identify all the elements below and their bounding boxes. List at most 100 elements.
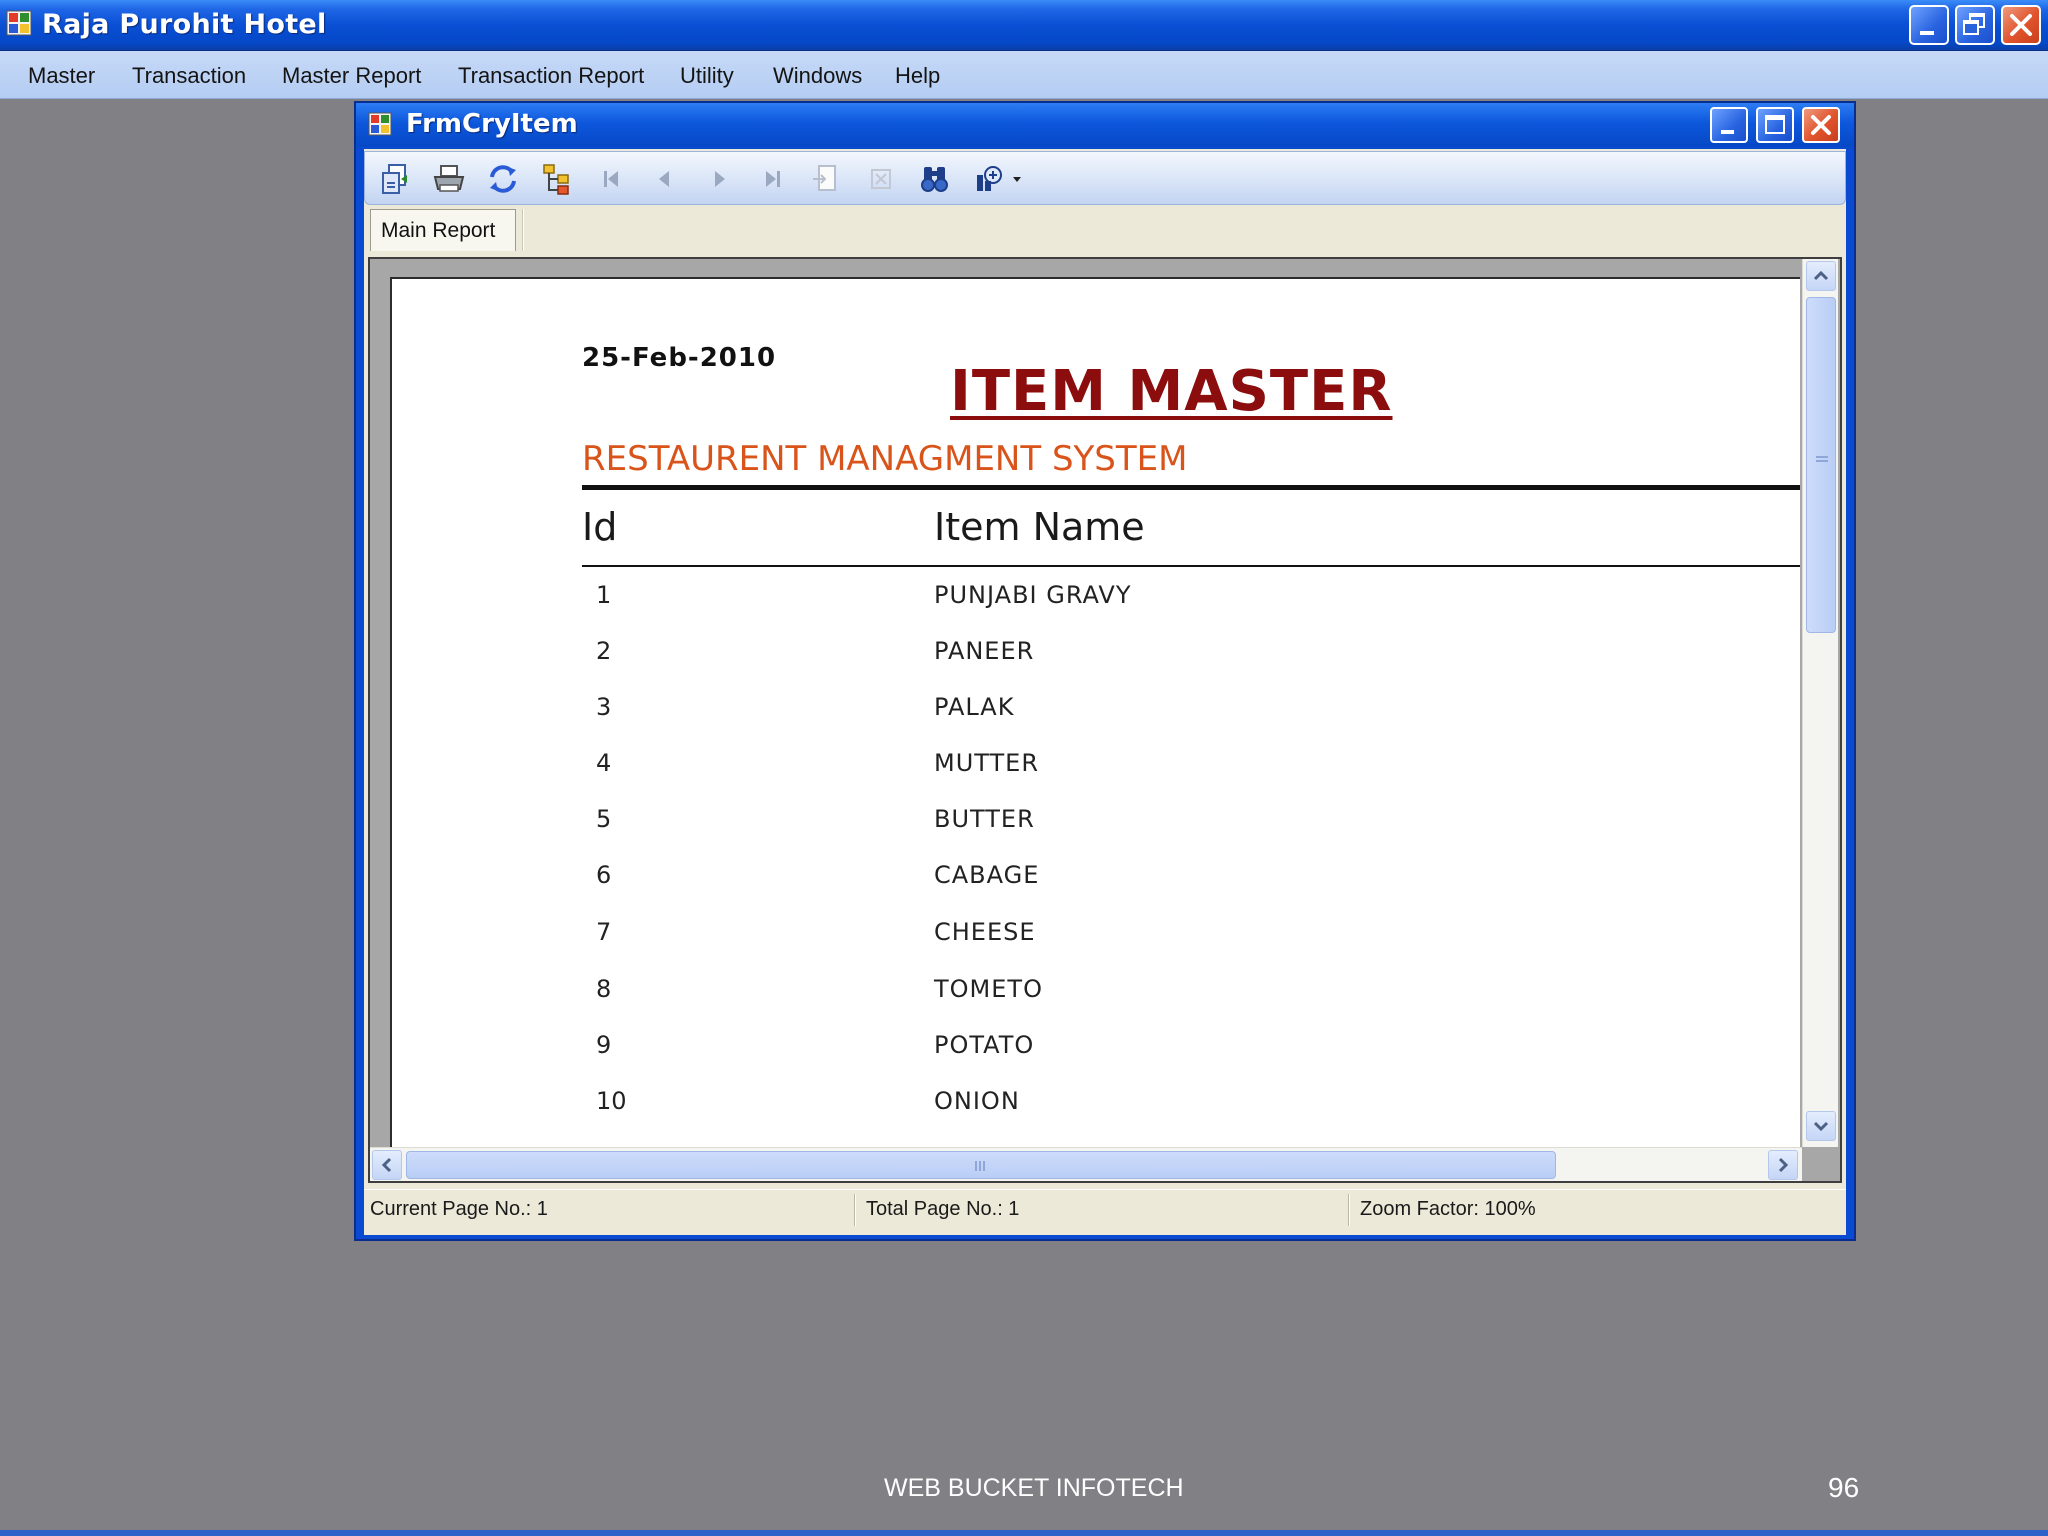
row-item-name: BUTTER — [934, 805, 1035, 833]
row-id: 5 — [596, 805, 612, 833]
horizontal-scroll-thumb[interactable] — [406, 1151, 1556, 1179]
next-page-button[interactable] — [701, 161, 737, 197]
chevron-left-icon — [381, 1157, 392, 1173]
footer-company: WEB BUCKET INFOTECH — [884, 1474, 1184, 1502]
row-item-name: TOMETO — [934, 975, 1043, 1003]
group-tree-button[interactable] — [539, 161, 575, 197]
report-page: 25-Feb-2010 ITEM MASTER RESTAURENT MANAG… — [390, 277, 1800, 1147]
row-id: 1 — [596, 581, 612, 609]
tab-main-report-label: Main Report — [381, 219, 496, 242]
menu-transaction-report[interactable]: Transaction Report — [458, 63, 644, 89]
previous-page-icon — [659, 171, 669, 187]
minimize-icon — [1721, 130, 1734, 134]
stop-button[interactable] — [863, 161, 899, 197]
search-icon — [921, 167, 948, 192]
minimize-icon — [1920, 31, 1934, 35]
print-button[interactable] — [431, 161, 467, 197]
report-viewer-client: Main Report 25-Feb-2010 ITEM MASTER REST… — [364, 149, 1846, 1235]
bottom-border-strip — [0, 1530, 2048, 1536]
report-header-rule — [582, 485, 1800, 490]
menu-help[interactable]: Help — [895, 63, 940, 89]
row-id: 2 — [596, 637, 612, 665]
row-item-name: ONION — [934, 1087, 1020, 1115]
child-minimize-button[interactable] — [1710, 107, 1748, 143]
child-close-button[interactable] — [1802, 107, 1840, 143]
row-item-name: PANEER — [934, 637, 1035, 665]
row-item-name: CHEESE — [934, 918, 1036, 946]
vertical-scrollbar[interactable] — [1802, 259, 1838, 1147]
chevron-down-icon — [1813, 1121, 1829, 1132]
row-item-name: MUTTER — [934, 749, 1040, 777]
report-title: ITEM MASTER — [950, 359, 1393, 424]
row-id: 8 — [596, 975, 612, 1003]
export-icon — [382, 164, 407, 194]
tab-separator — [522, 209, 524, 251]
child-maximize-button[interactable] — [1756, 107, 1794, 143]
chevron-right-icon — [1778, 1157, 1789, 1173]
menu-master-report[interactable]: Master Report — [282, 63, 421, 89]
restore-button[interactable] — [1955, 5, 1995, 45]
close-button[interactable] — [2001, 5, 2041, 45]
status-current-page: Current Page No.: 1 — [370, 1198, 548, 1220]
vertical-scroll-thumb[interactable] — [1806, 297, 1836, 633]
report-viewer: 25-Feb-2010 ITEM MASTER RESTAURENT MANAG… — [368, 257, 1842, 1183]
report-window: FrmCryItem Main Report 25-Feb-2010 ITEM … — [354, 101, 1856, 1241]
status-separator — [854, 1194, 856, 1226]
row-item-name: CABAGE — [934, 861, 1040, 889]
search-button[interactable] — [917, 161, 953, 197]
app-icon — [6, 10, 32, 36]
tab-main-report[interactable]: Main Report — [370, 209, 516, 251]
report-subtitle: RESTAURENT MANAGMENT SYSTEM — [582, 439, 1188, 479]
scroll-right-button[interactable] — [1768, 1150, 1798, 1180]
row-id: 6 — [596, 861, 612, 889]
app-title-bar: Raja Purohit Hotel — [0, 0, 2048, 51]
row-item-name: POTATO — [934, 1031, 1035, 1059]
previous-page-button[interactable] — [647, 161, 683, 197]
row-id: 7 — [596, 918, 612, 946]
refresh-icon — [490, 165, 516, 193]
app-title: Raja Purohit Hotel — [42, 9, 327, 40]
scroll-up-button[interactable] — [1806, 261, 1836, 291]
form-icon — [368, 112, 392, 136]
next-page-icon — [715, 171, 725, 187]
goto-page-button[interactable] — [809, 161, 845, 197]
goto-page-icon — [813, 165, 836, 191]
scroll-grip — [975, 1161, 985, 1171]
menu-bar: Master Transaction Master Report Transac… — [0, 51, 2048, 99]
status-zoom-factor: Zoom Factor: 100% — [1360, 1198, 1536, 1220]
menu-transaction[interactable]: Transaction — [132, 63, 246, 89]
scroll-left-button[interactable] — [372, 1150, 402, 1180]
column-header-item-name: Item Name — [934, 505, 1145, 549]
row-item-name: PALAK — [934, 693, 1015, 721]
menu-windows[interactable]: Windows — [773, 63, 862, 89]
report-window-title: FrmCryItem — [406, 109, 578, 139]
stop-icon — [871, 169, 891, 189]
zoom-icon — [977, 166, 1021, 191]
report-column-rule — [582, 565, 1800, 567]
column-header-id: Id — [582, 505, 618, 549]
menu-utility[interactable]: Utility — [680, 63, 734, 89]
status-total-pages: Total Page No.: 1 — [866, 1198, 1020, 1220]
close-icon — [2010, 14, 2032, 36]
status-separator — [1348, 1194, 1350, 1226]
minimize-button[interactable] — [1909, 5, 1949, 45]
export-button[interactable] — [377, 161, 413, 197]
first-page-icon — [604, 171, 618, 187]
report-toolbar — [364, 151, 1846, 205]
last-page-icon — [766, 171, 780, 187]
first-page-button[interactable] — [593, 161, 629, 197]
row-id: 4 — [596, 749, 612, 777]
chevron-up-icon — [1813, 270, 1829, 281]
scroll-down-button[interactable] — [1806, 1111, 1836, 1141]
footer-slide-number: 96 — [1828, 1472, 1860, 1503]
horizontal-scrollbar[interactable] — [370, 1147, 1802, 1181]
zoom-button[interactable] — [971, 161, 1027, 197]
last-page-button[interactable] — [755, 161, 791, 197]
refresh-button[interactable] — [485, 161, 521, 197]
close-icon — [1811, 115, 1831, 135]
status-bar: Current Page No.: 1 Total Page No.: 1 Zo… — [364, 1189, 1846, 1229]
report-date: 25-Feb-2010 — [582, 343, 777, 373]
row-id: 3 — [596, 693, 612, 721]
menu-master[interactable]: Master — [28, 63, 95, 89]
maximize-icon — [1765, 115, 1785, 134]
